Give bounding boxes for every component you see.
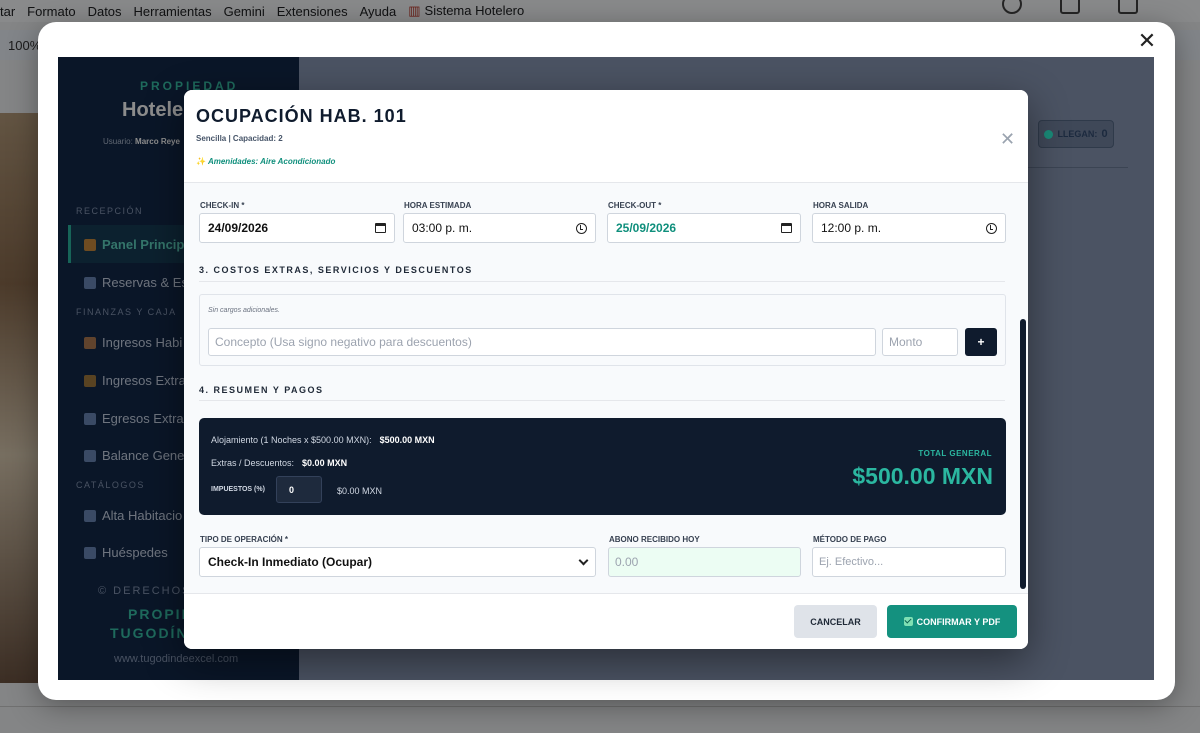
concepto-input[interactable]: Concepto (Usa signo negativo para descue… xyxy=(208,328,876,356)
modal-body: CHECK-IN * 24/09/2026 HORA ESTIMADA 03:0… xyxy=(184,183,1028,593)
confirm-pdf-button[interactable]: CONFIRMAR Y PDF xyxy=(887,605,1017,638)
alojamiento-line: Alojamiento (1 Noches x $500.00 MXN): $50… xyxy=(211,435,435,445)
extras-empty-text: Sin cargos adicionales. xyxy=(208,307,280,314)
room-amenities: ✨ Amenidades: Aire Acondicionado xyxy=(196,157,336,166)
modal-title: OCUPACIÓN HAB. 101 xyxy=(196,106,407,126)
arrivals-badge: LLEGAN: 0 xyxy=(1038,120,1114,148)
chevron-down-icon xyxy=(578,555,589,565)
modal-footer: CANCELAR CONFIRMAR Y PDF xyxy=(184,593,1028,649)
cancel-button[interactable]: CANCELAR xyxy=(794,605,877,638)
hora-salida-input[interactable]: 12:00 p. m. xyxy=(812,213,1006,243)
divider xyxy=(199,281,1005,282)
close-icon[interactable]: ✕ xyxy=(1000,130,1015,148)
divider xyxy=(1018,167,1128,168)
abono-input[interactable]: 0.00 xyxy=(608,547,801,577)
add-extra-button[interactable]: + xyxy=(965,328,997,356)
modal-header: OCUPACIÓN HAB. 101 Sencilla | Capacidad:… xyxy=(184,90,1028,183)
divider xyxy=(199,400,1005,401)
tipo-operacion-label: TIPO DE OPERACIÓN * xyxy=(200,535,289,544)
impuestos-label: IMPUESTOS (%) xyxy=(211,486,265,493)
total-label: TOTAL GENERAL xyxy=(918,449,992,458)
occupancy-modal: OCUPACIÓN HAB. 101 Sencilla | Capacidad:… xyxy=(184,90,1028,649)
tipo-operacion-select[interactable]: Check-In Inmediato (Ocupar) xyxy=(199,547,596,577)
checkin-label: CHECK-IN * xyxy=(200,201,245,210)
checkin-date-input[interactable]: 24/09/2026 xyxy=(199,213,395,243)
impuestos-amount: $0.00 MXN xyxy=(337,486,383,496)
close-icon[interactable]: ✕ xyxy=(1137,30,1157,52)
room-subtitle: Sencilla | Capacidad: 2 xyxy=(196,134,283,143)
summary-panel: Alojamiento (1 Noches x $500.00 MXN): $50… xyxy=(199,418,1006,515)
extras-line: Extras / Descuentos: $0.00 MXN xyxy=(211,458,348,468)
hora-estimada-input[interactable]: 03:00 p. m. xyxy=(403,213,596,243)
metodo-pago-input[interactable]: Ej. Efectivo... xyxy=(812,547,1006,577)
hora-estimada-label: HORA ESTIMADA xyxy=(404,201,472,210)
section-summary-title: 4. RESUMEN Y PAGOS xyxy=(199,385,324,395)
checkout-label: CHECK-OUT * xyxy=(608,201,662,210)
calendar-icon[interactable] xyxy=(375,223,386,233)
clock-icon[interactable] xyxy=(576,222,587,234)
hora-salida-label: HORA SALIDA xyxy=(813,201,869,210)
calendar-icon[interactable] xyxy=(781,223,792,233)
abono-label: ABONO RECIBIDO HOY xyxy=(609,535,700,544)
total-value: $500.00 MXN xyxy=(852,463,993,489)
metodo-pago-label: MÉTODO DE PAGO xyxy=(813,535,887,544)
checkout-date-input[interactable]: 25/09/2026 xyxy=(607,213,801,243)
impuestos-input[interactable]: 0 xyxy=(276,476,322,503)
monto-input[interactable]: Monto xyxy=(882,328,958,356)
section-extras-title: 3. COSTOS EXTRAS, SERVICIOS Y DESCUENTOS xyxy=(199,265,473,275)
clock-icon[interactable] xyxy=(986,222,997,234)
scrollbar[interactable] xyxy=(1020,319,1026,589)
checkbox-icon xyxy=(903,617,913,626)
status-dot-icon xyxy=(1044,129,1054,139)
sparkles-icon: ✨ xyxy=(196,157,206,166)
